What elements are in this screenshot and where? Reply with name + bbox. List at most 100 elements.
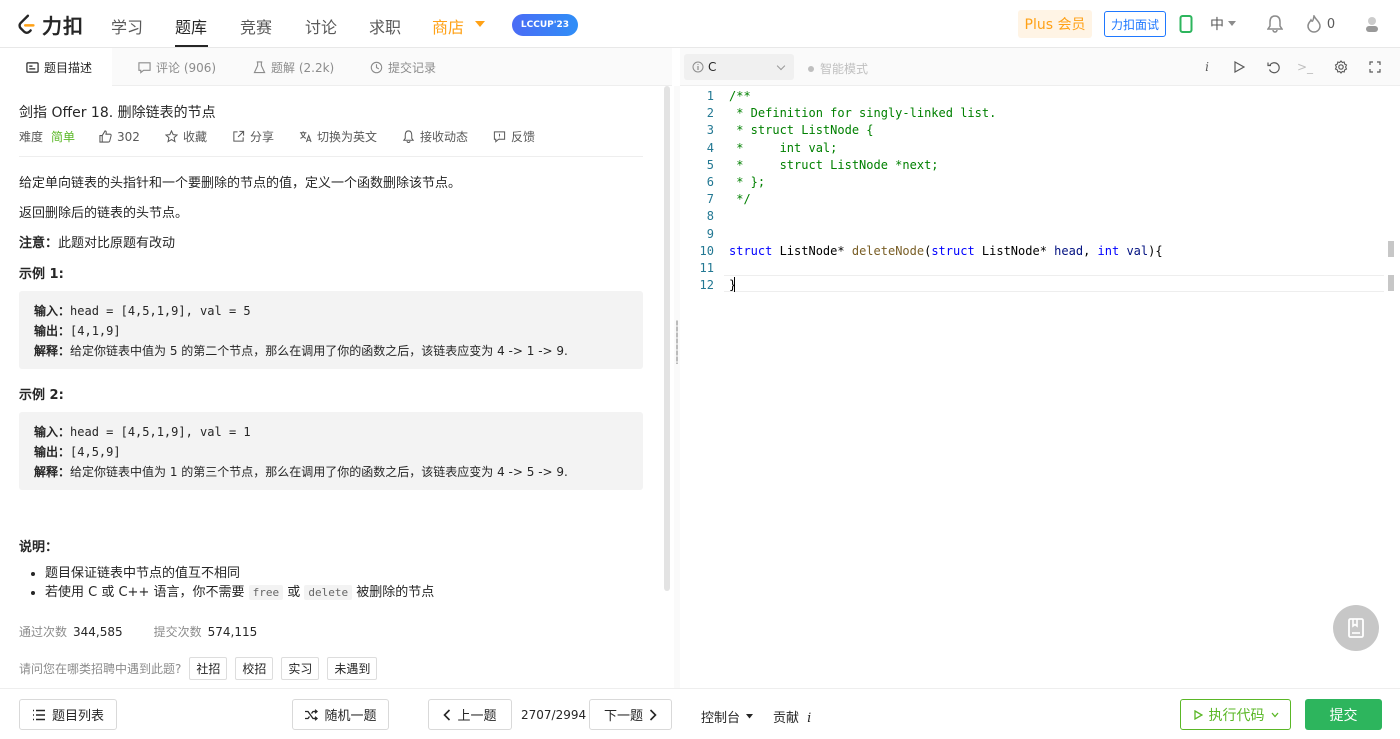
tab-solutions[interactable]: 题解 (2.2k) xyxy=(253,48,334,86)
switch-language-button[interactable]: 切换为英文 xyxy=(299,128,377,145)
prev-problem-button[interactable]: 上一题 xyxy=(428,699,512,730)
problem-counter: 2707/2994 xyxy=(521,708,587,722)
inline-code: free xyxy=(248,585,284,600)
fire-counter[interactable]: 0 xyxy=(1305,14,1337,34)
recruit-survey: 请问您在哪类招聘中遇到此题? 社招 校招 实习 未遇到 xyxy=(19,657,378,680)
example-output: [4,1,9] xyxy=(70,324,121,338)
chevron-down-icon[interactable] xyxy=(475,21,485,27)
example-output: [4,5,9] xyxy=(70,445,121,459)
note-text: 被删除的节点 xyxy=(352,585,435,600)
chevron-right-icon xyxy=(649,708,657,721)
panel-splitter[interactable] xyxy=(674,86,680,688)
console-label: 控制台 xyxy=(701,711,741,726)
problem-list-label: 题目列表 xyxy=(51,709,104,724)
lccup-badge[interactable]: LCCUP'23 xyxy=(512,14,578,36)
note-text: 或 xyxy=(283,585,305,600)
nav-discuss[interactable]: 讨论 xyxy=(305,14,337,38)
line-number: 4 xyxy=(706,140,714,155)
nav-store[interactable]: 商店 xyxy=(432,14,464,38)
run-code-button[interactable]: 执行代码 xyxy=(1180,699,1291,730)
chevron-down-icon xyxy=(1228,21,1236,26)
fire-icon xyxy=(1307,15,1321,33)
list-item: 若使用 C 或 C++ 语言，你不需要 free 或 delete 被删除的节点 xyxy=(45,583,434,602)
problem-description-2: 返回删除后的链表的头节点。 xyxy=(19,206,189,221)
nav-contest[interactable]: 竞赛 xyxy=(240,14,272,38)
example-2-box: 输入：head = [4,5,1,9], val = 1 输出：[4,5,9] … xyxy=(19,412,643,490)
inline-code: delete xyxy=(304,585,353,600)
note-text: 若使用 C 或 C++ 语言，你不需要 xyxy=(45,585,249,600)
avatar[interactable] xyxy=(1362,14,1382,34)
problem-list-button[interactable]: 题目列表 xyxy=(19,699,117,730)
translate-icon xyxy=(299,131,312,143)
line-number: 7 xyxy=(706,192,714,207)
notify-label: 接收动态 xyxy=(419,130,468,144)
nav-jobs[interactable]: 求职 xyxy=(369,14,401,38)
language-switch[interactable]: 中 xyxy=(1207,14,1239,34)
example-output-label: 输出： xyxy=(34,445,71,459)
recruit-tag-intern[interactable]: 实习 xyxy=(281,657,320,680)
code-editor[interactable]: 1 2 3 4 5 6 7 8 9 10 11 12 /** * Definit… xyxy=(684,86,1400,688)
bell-icon[interactable] xyxy=(1265,14,1285,34)
nav-learn[interactable]: 学习 xyxy=(111,14,143,38)
random-problem-button[interactable]: 随机一题 xyxy=(292,699,389,730)
comment-icon xyxy=(138,61,151,74)
line-number: 12 xyxy=(699,278,714,293)
interview-button[interactable]: 力扣面试 xyxy=(1104,11,1166,37)
run-code-label: 执行代码 xyxy=(1208,707,1265,724)
tab-submissions[interactable]: 提交记录 xyxy=(370,48,436,86)
text-cursor xyxy=(734,277,735,292)
leetcode-logo-icon xyxy=(18,14,35,34)
like-button[interactable]: 302 xyxy=(99,130,140,144)
left-scrollbar[interactable] xyxy=(664,86,670,591)
reset-icon[interactable] xyxy=(1264,58,1282,76)
console-toggle[interactable]: 控制台 xyxy=(701,707,754,726)
problem-description-1: 给定单向链表的头指针和一个要删除的节点的值，定义一个函数删除该节点。 xyxy=(19,176,462,191)
favorite-button[interactable]: 收藏 xyxy=(164,128,207,145)
clock-icon xyxy=(370,61,383,73)
feedback-button[interactable]: 反馈 xyxy=(493,128,535,145)
nav-problemset[interactable]: 题库 xyxy=(175,14,207,38)
accepted-label: 通过次数 xyxy=(19,625,68,639)
next-problem-button[interactable]: 下一题 xyxy=(589,699,672,730)
line-number: 5 xyxy=(706,157,714,172)
tab-description[interactable]: 题目描述 xyxy=(0,48,113,86)
smart-mode-toggle[interactable]: 智能模式 xyxy=(808,60,868,77)
recruit-tag-social[interactable]: 社招 xyxy=(189,657,228,680)
random-problem-label: 随机一题 xyxy=(324,709,377,724)
shuffle-icon xyxy=(305,708,319,721)
submission-stats: 通过次数 344,585 提交次数 574,115 xyxy=(19,623,282,640)
tab-comments[interactable]: 评论 (906) xyxy=(138,48,216,86)
mobile-icon[interactable] xyxy=(1176,14,1196,34)
notebook-fab-button[interactable] xyxy=(1333,605,1379,651)
list-icon xyxy=(32,709,45,720)
splitter-handle-icon[interactable] xyxy=(676,320,678,364)
left-panel-tabs: 题目描述 评论 (906) 题解 (2.2k) 提交记录 xyxy=(0,48,672,86)
note-text: 此题对比原题有改动 xyxy=(58,236,176,251)
contribute-button[interactable]: 贡献 i xyxy=(773,707,811,726)
language-select[interactable]: C xyxy=(684,54,794,80)
info-italic-icon[interactable]: i xyxy=(1198,58,1216,76)
code-content[interactable]: /** * Definition for singly-linked list.… xyxy=(729,88,1163,294)
line-number: 1 xyxy=(706,89,714,103)
share-button[interactable]: 分享 xyxy=(232,128,274,145)
logo[interactable]: 力扣 xyxy=(16,12,84,38)
notes-title: 说明： xyxy=(19,540,59,555)
submit-button[interactable]: 提交 xyxy=(1305,699,1382,730)
recruit-tag-none[interactable]: 未遇到 xyxy=(327,657,378,680)
recruit-tag-campus[interactable]: 校招 xyxy=(235,657,274,680)
line-numbers: 1 2 3 4 5 6 7 8 9 10 11 12 xyxy=(684,88,714,294)
play-icon[interactable] xyxy=(1230,58,1248,76)
example-output-label: 输出： xyxy=(34,324,71,338)
plus-member-button[interactable]: Plus 会员 xyxy=(1018,10,1092,38)
fullscreen-icon[interactable] xyxy=(1366,58,1384,76)
difficulty-badge: 简单 xyxy=(51,130,76,144)
example-explain-label: 解释： xyxy=(34,465,71,479)
feedback-label: 反馈 xyxy=(511,130,536,144)
contribute-label: 贡献 xyxy=(773,711,800,726)
terminal-icon[interactable]: >_ xyxy=(1296,58,1314,76)
notify-button[interactable]: 接收动态 xyxy=(402,128,468,145)
line-number: 3 xyxy=(706,123,714,138)
notes-list: 题目保证链表中节点的值互不相同 若使用 C 或 C++ 语言，你不需要 free… xyxy=(45,564,434,602)
example-1-title: 示例 1: xyxy=(19,267,64,282)
gear-icon[interactable] xyxy=(1332,58,1350,76)
